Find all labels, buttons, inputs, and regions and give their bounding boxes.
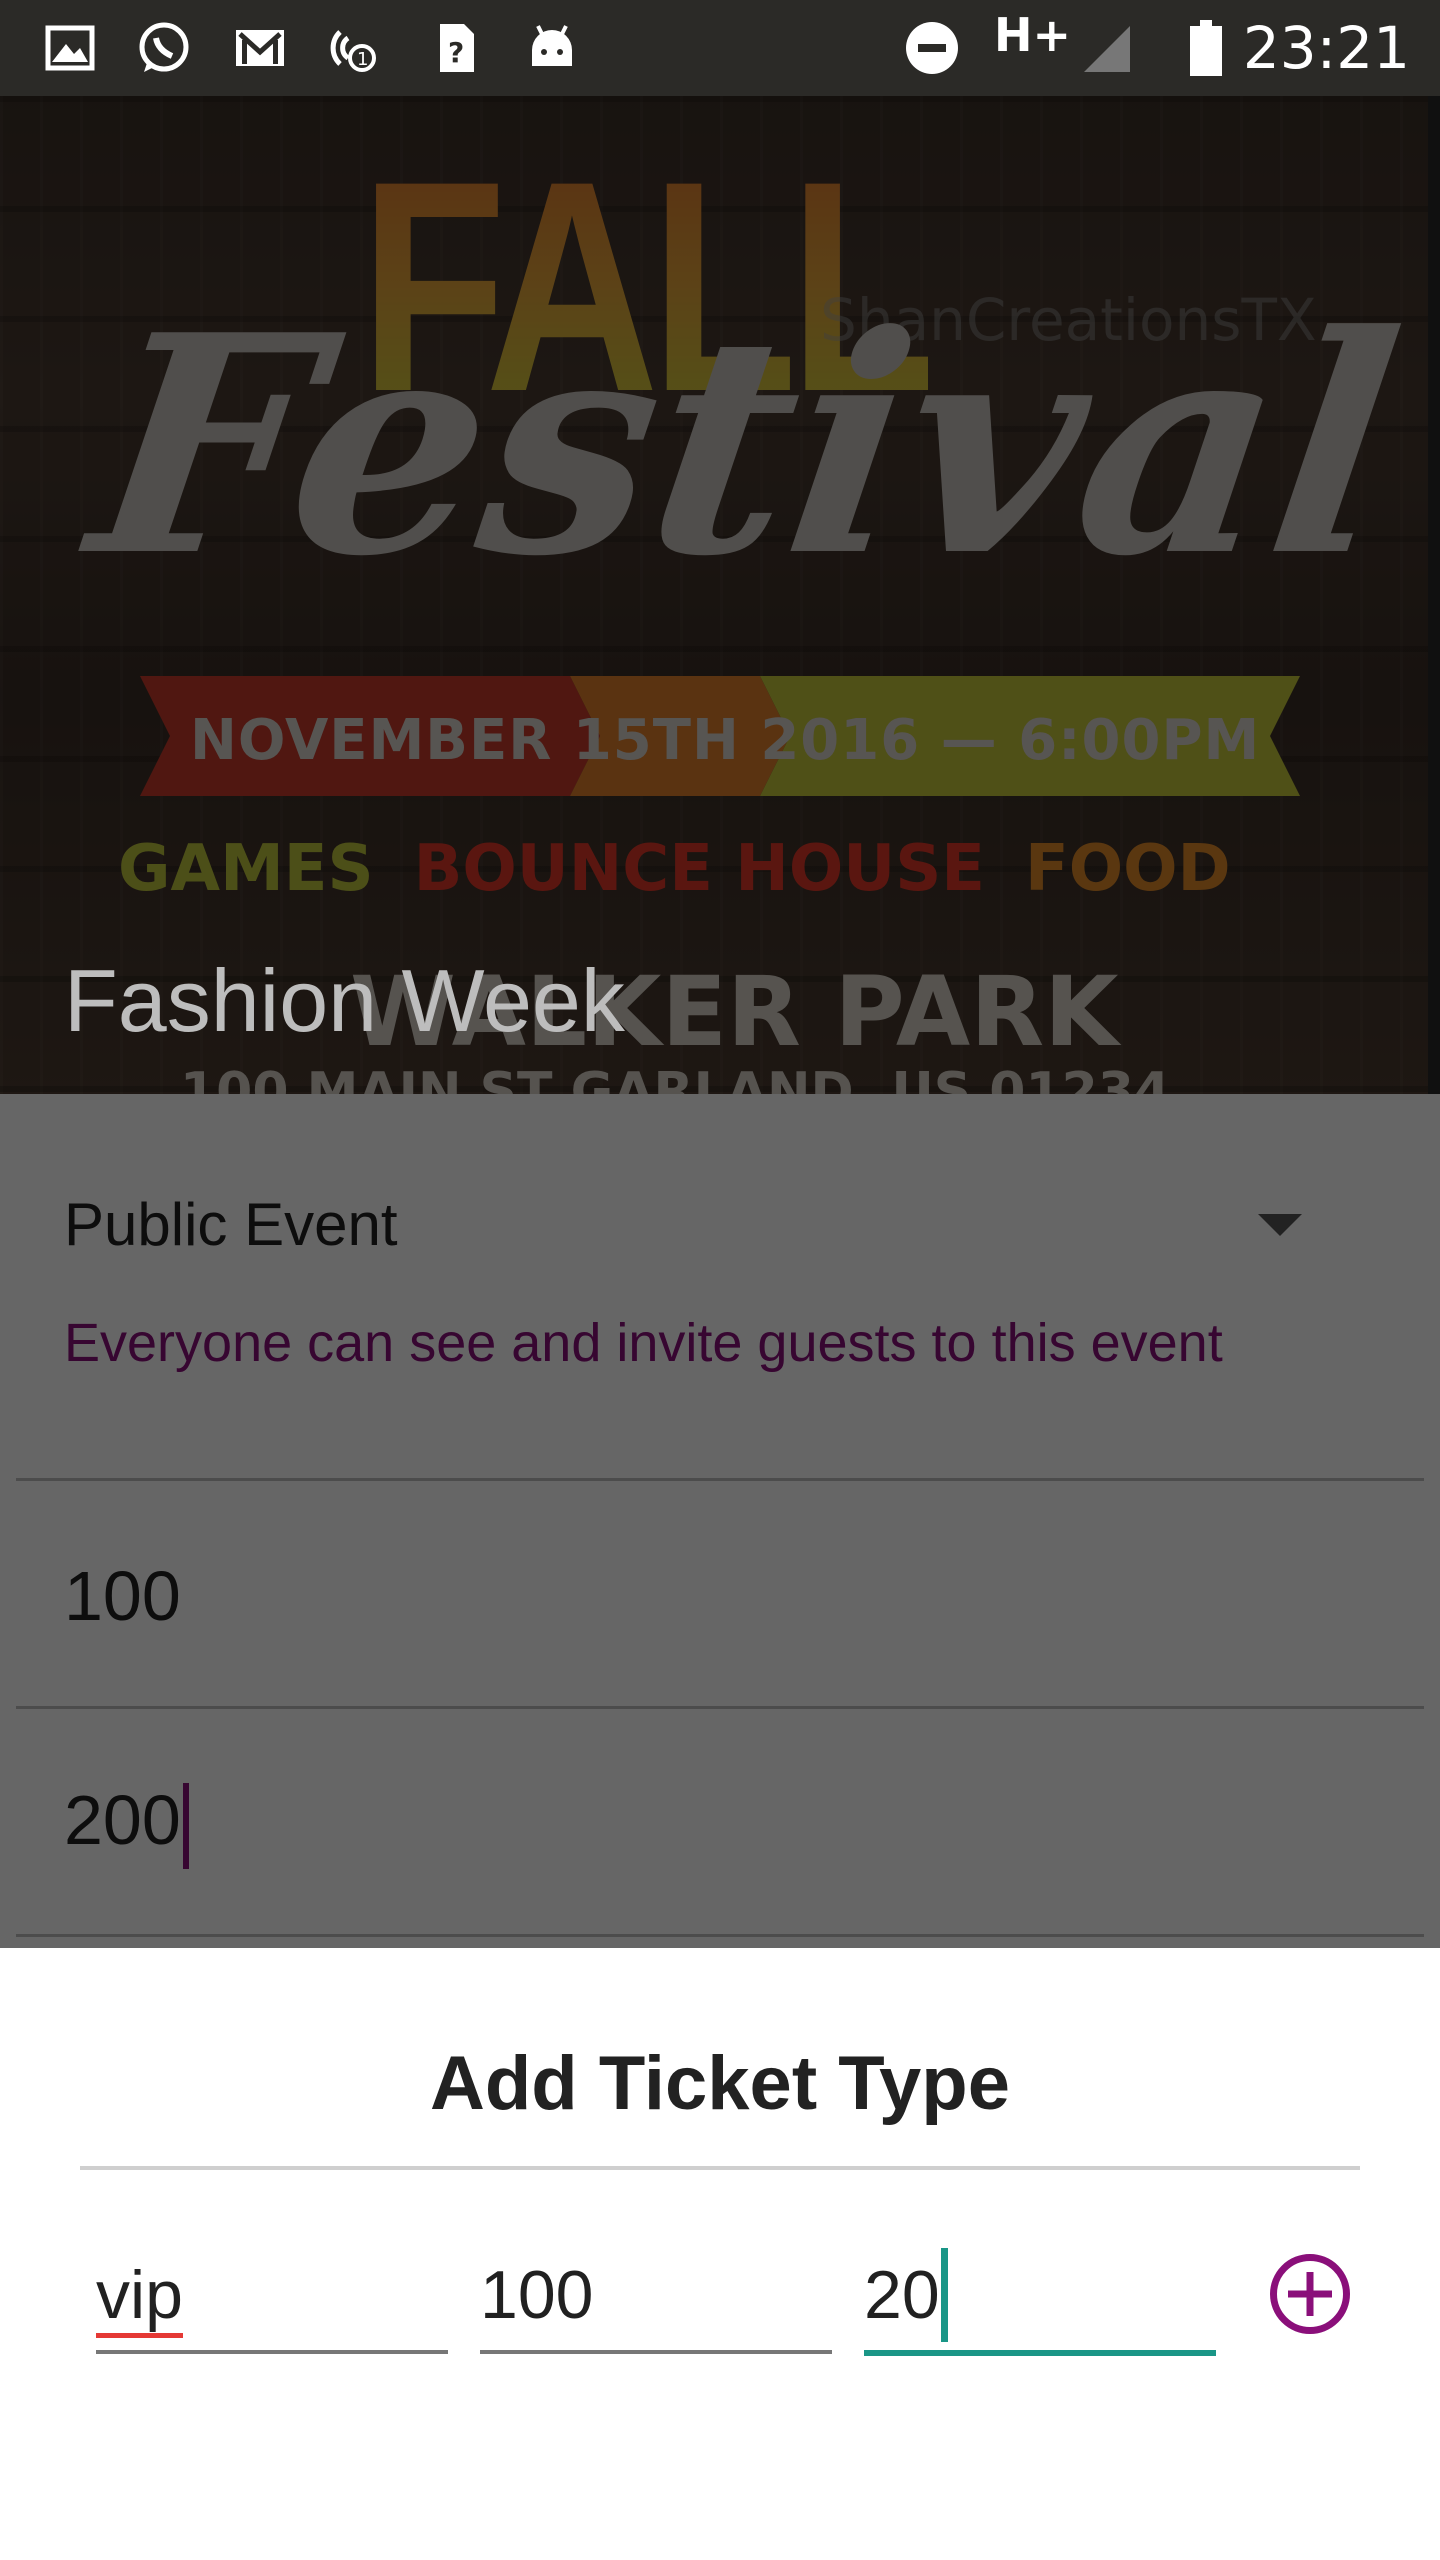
event-field-1-value: 100 [64, 1557, 181, 1635]
feature-games: GAMES [118, 832, 374, 906]
signal-icon [1084, 26, 1130, 72]
whatsapp-icon [139, 22, 189, 72]
add-ticket-button[interactable] [1270, 2254, 1350, 2334]
sim-unknown-icon: ? [440, 24, 474, 72]
cover-date: NOVEMBER 15TH 2016 — 6:00PM [190, 708, 1261, 773]
svg-text:?: ? [448, 36, 464, 69]
status-bar: 1 ? H+ 23:21 [0, 0, 1440, 96]
chevron-down-icon[interactable] [1258, 1214, 1302, 1236]
event-field-2-value: 200 [64, 1781, 181, 1859]
divider [16, 1478, 1424, 1481]
sheet-divider [80, 2166, 1360, 2170]
event-field-1[interactable]: 100 [64, 1556, 181, 1636]
ticket-name-input[interactable]: vip [96, 2240, 448, 2354]
feature-bounce-house: BOUNCE HOUSE [413, 832, 985, 906]
event-field-2[interactable]: 200 [64, 1780, 189, 1869]
feature-food: FOOD [1025, 832, 1231, 906]
ticket-price-input[interactable]: 100 [480, 2240, 832, 2354]
cover-edge [1428, 96, 1440, 1094]
android-icon [532, 25, 572, 66]
text-cursor [182, 1782, 189, 1869]
privacy-dropdown[interactable]: Public Event [64, 1190, 398, 1259]
ticket-quantity-value: 20 [864, 2257, 940, 2333]
privacy-help-text: Everyone can see and invite guests to th… [64, 1313, 1223, 1373]
cover-features: GAMES BOUNCE HOUSE FOOD [118, 832, 1231, 906]
network-type-icon: H+ [994, 8, 1072, 62]
event-title[interactable]: Fashion Week [64, 950, 625, 1052]
divider [16, 1706, 1424, 1709]
event-cover-image[interactable]: FALL ShanCreationsTX Festival NOVEMBER 1… [0, 96, 1440, 1094]
sheet-title: Add Ticket Type [430, 2041, 1010, 2126]
cover-script-title: Festival [75, 269, 1417, 622]
gmail-icon [236, 30, 284, 66]
text-cursor [940, 2248, 948, 2343]
dnd-icon [906, 22, 958, 74]
hotspot-icon: 1 [330, 30, 376, 72]
clock: 23:21 [1242, 14, 1410, 82]
ticket-price-value: 100 [480, 2257, 594, 2333]
divider [16, 1934, 1424, 1937]
cover-address: 100 MAIN ST GARLAND, US 01234 [180, 1062, 1171, 1094]
battery-icon [1190, 20, 1222, 76]
svg-text:1: 1 [357, 49, 368, 70]
ticket-name-value: vip [96, 2257, 183, 2338]
image-icon [45, 25, 95, 71]
ticket-quantity-input[interactable]: 20 [864, 2240, 1216, 2356]
